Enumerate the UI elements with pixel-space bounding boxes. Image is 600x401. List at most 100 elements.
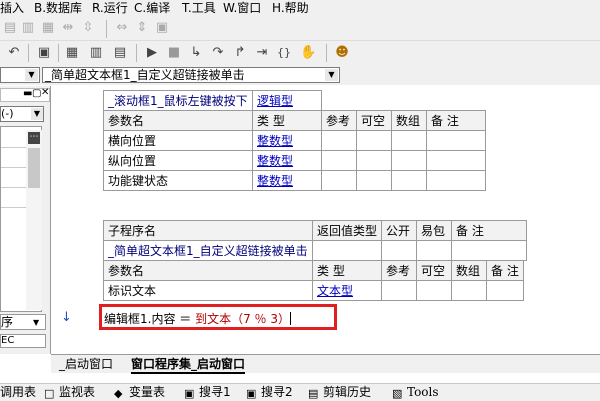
- table-cell[interactable]: [321, 150, 357, 171]
- undo-icon[interactable]: ↶: [6, 45, 22, 61]
- param-type[interactable]: 整数型: [257, 154, 293, 168]
- same-height-icon[interactable]: ⇳: [80, 20, 96, 36]
- align-right-icon[interactable]: ▦: [40, 20, 56, 36]
- space-horizontal-icon[interactable]: ⇔: [114, 20, 130, 36]
- tab-window-program-set[interactable]: 窗口程序集_启动窗口: [131, 356, 246, 374]
- table-header-cell: 类 型: [312, 260, 382, 281]
- align-center-icon[interactable]: ▥: [20, 20, 36, 36]
- grid-icon[interactable]: ▣: [154, 20, 170, 36]
- table-cell[interactable]: [451, 240, 528, 261]
- table-cell[interactable]: [426, 170, 486, 191]
- run-icon[interactable]: ▶: [144, 45, 160, 61]
- object-select[interactable]: ▼: [0, 67, 40, 83]
- return-type[interactable]: 逻辑型: [257, 94, 293, 108]
- menu-tools[interactable]: T.工具: [182, 1, 216, 16]
- more-icon[interactable]: ⋯: [28, 132, 40, 144]
- table-cell[interactable]: [381, 240, 418, 261]
- param-name[interactable]: 横向位置: [103, 130, 253, 151]
- bottom-tab-search1[interactable]: ▣ 搜寻1: [184, 385, 231, 400]
- table-cell[interactable]: [416, 240, 453, 261]
- chevron-down-icon[interactable]: ▼: [25, 69, 38, 81]
- sub-name[interactable]: _滚动框1_鼠标左键被按下: [108, 94, 248, 108]
- procedure-select[interactable]: _简单超文本框1_自定义超链接被单击 ▼: [42, 67, 340, 83]
- table-cell[interactable]: [416, 280, 452, 301]
- param-type[interactable]: 文本型: [317, 284, 353, 298]
- table-cell[interactable]: [426, 150, 486, 171]
- menu-insert[interactable]: 插入: [0, 1, 24, 16]
- stop-icon[interactable]: ■: [166, 45, 182, 61]
- table-cell[interactable]: [391, 130, 427, 151]
- param-type[interactable]: 整数型: [257, 134, 293, 148]
- step-out-icon[interactable]: ↱: [232, 45, 248, 61]
- table-cell[interactable]: [356, 150, 392, 171]
- table-cell[interactable]: [486, 280, 524, 301]
- chevron-down-icon[interactable]: ▼: [33, 316, 39, 330]
- param-type[interactable]: 整数型: [257, 174, 293, 188]
- scrollbar-thumb[interactable]: [28, 148, 40, 188]
- code-editor[interactable]: _滚动框1_鼠标左键被按下 逻辑型 参数名 类 型 参考 可空 数组 备 注 横…: [51, 86, 600, 354]
- table-cell[interactable]: [391, 170, 427, 191]
- tab-startup-window[interactable]: _启动窗口: [59, 356, 113, 372]
- param-name[interactable]: 标识文本: [103, 280, 313, 301]
- table-header-cell: 备 注: [451, 220, 528, 241]
- table-cell[interactable]: [311, 240, 383, 261]
- layout-1-icon[interactable]: ▦: [64, 45, 80, 61]
- table-cell[interactable]: [381, 280, 417, 301]
- layout-2-icon[interactable]: ▥: [88, 45, 104, 61]
- separator: [28, 44, 29, 62]
- table-cell[interactable]: [356, 170, 392, 191]
- sub-name[interactable]: _简单超文本框1_自定义超链接被单击: [108, 244, 308, 258]
- table-cell[interactable]: [321, 130, 357, 151]
- current-line-arrow-icon: ↓: [61, 310, 72, 325]
- bottom-tab-variables[interactable]: ◆ 变量表: [114, 385, 165, 400]
- left-panel-label[interactable]: 序 ▼: [0, 314, 46, 330]
- table-row[interactable]: _简单超文本框1_自定义超链接被单击: [103, 240, 528, 261]
- hand-icon[interactable]: ✋: [300, 45, 316, 61]
- table-row[interactable]: 纵向位置 整数型: [103, 150, 486, 171]
- table-cell[interactable]: [391, 150, 427, 171]
- table-row[interactable]: 标识文本 文本型: [103, 280, 524, 301]
- table-cell[interactable]: [321, 170, 357, 191]
- table-row[interactable]: 横向位置 整数型: [103, 130, 486, 151]
- param-name[interactable]: 功能键状态: [103, 170, 253, 191]
- table-row[interactable]: 功能键状态 整数型: [103, 170, 486, 191]
- menu-database[interactable]: B.数据库: [34, 1, 82, 16]
- divider: [1, 187, 27, 188]
- scrollbar[interactable]: ⋯: [26, 130, 42, 310]
- table-cell: 整数型: [252, 170, 322, 191]
- left-panel-select[interactable]: (-) ▼: [0, 106, 44, 122]
- bottom-tab-tools[interactable]: ▧ Tools: [392, 385, 439, 400]
- bottom-tab-label: 搜寻1: [199, 385, 231, 399]
- bottom-tab-search2[interactable]: ▣ 搜寻2: [246, 385, 293, 400]
- people-icon[interactable]: ☻: [334, 45, 350, 61]
- chevron-down-icon[interactable]: ▼: [325, 69, 338, 81]
- close-icon[interactable]: ✕: [41, 87, 49, 98]
- highlight-box: [99, 304, 337, 330]
- run-to-cursor-icon[interactable]: ⇥: [254, 45, 270, 61]
- align-left-icon[interactable]: ▤: [2, 20, 18, 36]
- table-header-cell: 参考: [381, 260, 417, 281]
- param-name[interactable]: 纵向位置: [103, 150, 253, 171]
- menu-window[interactable]: W.窗口: [223, 1, 261, 16]
- chevron-down-icon[interactable]: ▼: [31, 108, 43, 120]
- table-cell: _滚动框1_鼠标左键被按下: [103, 90, 253, 111]
- breakpoint-icon[interactable]: {}: [276, 45, 292, 61]
- table-cell[interactable]: [356, 130, 392, 151]
- space-vertical-icon[interactable]: ⇕: [134, 20, 150, 36]
- table-cell[interactable]: [426, 130, 486, 151]
- menu-run[interactable]: R.运行: [92, 1, 128, 16]
- bottom-tab-clip-history[interactable]: ▤ 剪辑历史: [308, 385, 371, 400]
- bottom-tab-watch[interactable]: □ 监视表: [44, 385, 95, 400]
- main-toolbar: ↶ ▣ ▦ ▥ ▤ ▶ ■ ↳ ↷ ↱ ⇥ {} ✋ ☻: [0, 41, 600, 65]
- layout-3-icon[interactable]: ▤: [112, 45, 128, 61]
- menu-help[interactable]: H.帮助: [272, 1, 309, 16]
- menu-compile[interactable]: C.编译: [134, 1, 170, 16]
- step-into-icon[interactable]: ↳: [188, 45, 204, 61]
- bottom-tab-call-table[interactable]: 调用表: [0, 385, 36, 400]
- bottom-panel-bar: 调用表 □ 监视表 ◆ 变量表 ▣ 搜寻1 ▣ 搜寻2 ▤ 剪辑历史 ▧ Tools: [0, 383, 600, 401]
- table-cell[interactable]: [451, 280, 487, 301]
- bottom-tab-label: Tools: [407, 385, 439, 399]
- find-icon[interactable]: ▣: [36, 45, 52, 61]
- step-over-icon[interactable]: ↷: [210, 45, 226, 61]
- same-width-icon[interactable]: ⇹: [60, 20, 76, 36]
